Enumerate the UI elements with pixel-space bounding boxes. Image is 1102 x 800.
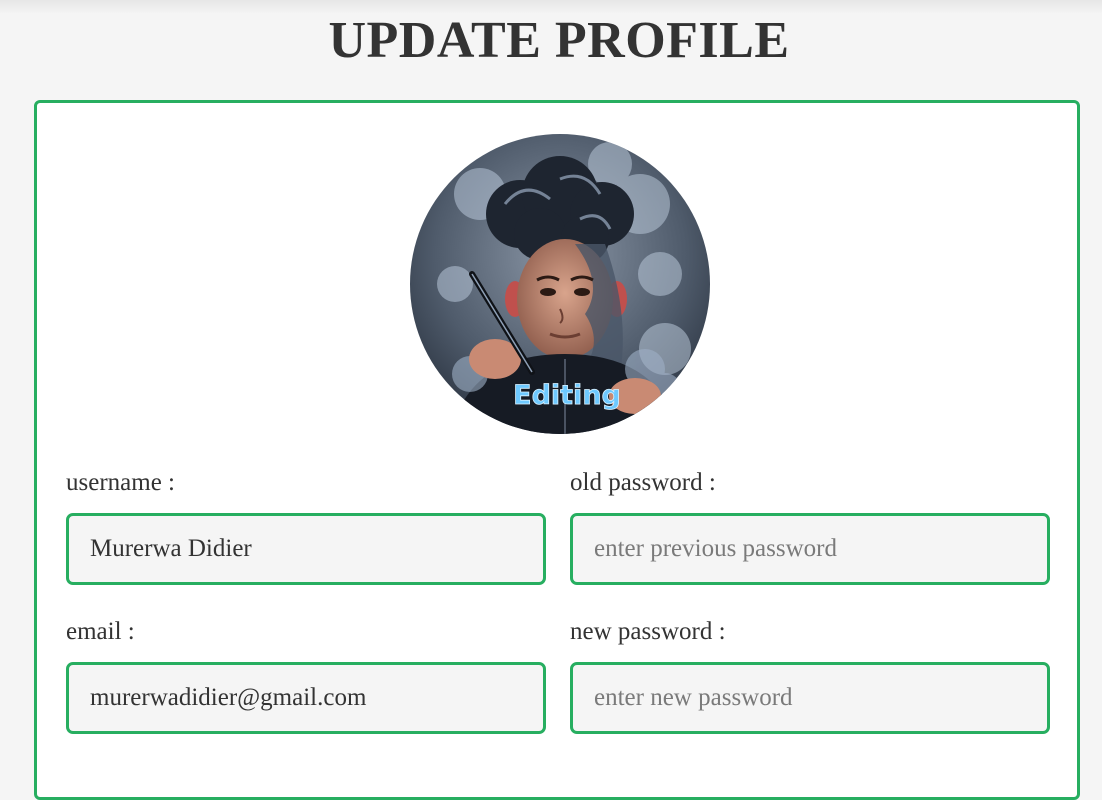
old-password-label: old password : bbox=[570, 469, 716, 496]
old-password-field[interactable] bbox=[570, 513, 1050, 585]
page-title: UPDATE PROFILE bbox=[328, 12, 790, 69]
username-label: username : bbox=[66, 469, 175, 496]
username-field[interactable] bbox=[66, 513, 546, 585]
avatar-caption: Editing bbox=[513, 380, 621, 411]
profile-form-card: Editing username : old password : email … bbox=[34, 100, 1080, 800]
new-password-field[interactable] bbox=[570, 662, 1050, 734]
avatar-image: Editing bbox=[410, 134, 710, 434]
avatar: Editing bbox=[410, 134, 710, 434]
new-password-label: new password : bbox=[570, 618, 726, 645]
email-field[interactable] bbox=[66, 662, 546, 734]
email-label: email : bbox=[66, 618, 135, 645]
